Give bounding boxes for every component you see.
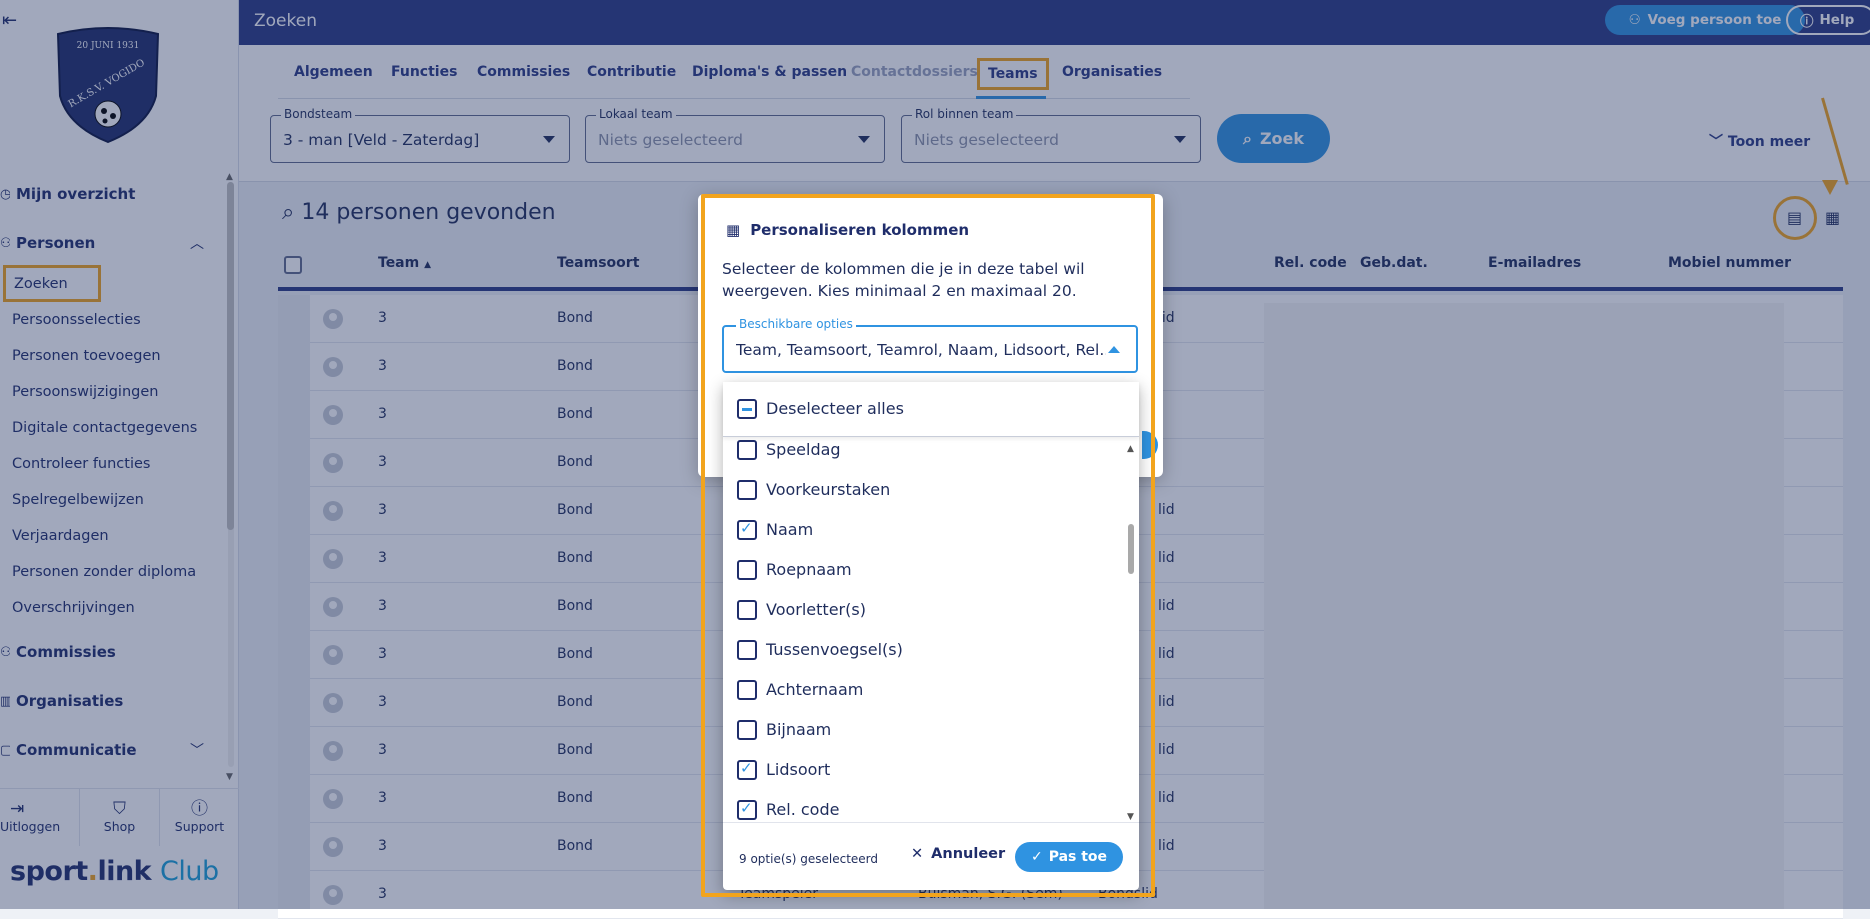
options-dropdown-panel: Deselecteer alles Speeldag Voorkeurstaken… (723, 382, 1139, 890)
option-label: Voorletter(s) (766, 600, 866, 619)
option-checkbox[interactable] (737, 560, 757, 580)
option-item[interactable]: Tussenvoegsel(s) (723, 630, 1123, 670)
option-checkbox[interactable] (737, 680, 757, 700)
option-item[interactable]: Achternaam (723, 670, 1123, 710)
option-item[interactable]: Bijnaam (723, 710, 1123, 750)
options-scrollbar[interactable]: ▲ ▼ (1126, 444, 1136, 824)
option-label: Rel. code (766, 800, 840, 819)
apply-button[interactable]: ✓ Pas toe (1015, 842, 1123, 872)
caret-up-icon (1108, 346, 1120, 353)
dialog-button-partial[interactable] (1142, 431, 1158, 459)
deselect-all-checkbox[interactable] (737, 399, 757, 419)
option-checkbox[interactable]: ✓ (737, 519, 757, 540)
option-label: Tussenvoegsel(s) (766, 640, 903, 659)
option-checkbox[interactable]: ✓ (737, 799, 757, 820)
dialog-title: ▦ Personaliseren kolommen (726, 221, 970, 239)
cancel-button[interactable]: ✕ Annuleer (911, 846, 1005, 862)
option-checkbox[interactable] (737, 640, 757, 660)
scroll-down-icon[interactable]: ▼ (1127, 812, 1134, 822)
option-item[interactable]: Voorletter(s) (723, 590, 1123, 630)
selected-count: 9 optie(s) geselecteerd (739, 852, 879, 866)
option-checkbox[interactable] (737, 720, 757, 740)
option-checkbox[interactable]: ✓ (737, 759, 757, 780)
check-icon: ✓ (740, 519, 753, 537)
option-item[interactable]: ✓ Naam (723, 510, 1123, 550)
check-icon: ✓ (740, 799, 753, 817)
available-options-select[interactable]: Beschikbare opties Team, Teamsoort, Team… (722, 317, 1138, 373)
option-label: Achternaam (766, 680, 864, 699)
option-label: Voorkeurstaken (766, 480, 891, 499)
option-checkbox[interactable] (737, 600, 757, 620)
close-icon: ✕ (911, 846, 924, 862)
option-checkbox[interactable] (737, 480, 757, 500)
option-label: Bijnaam (766, 720, 832, 739)
deselect-all-row[interactable]: Deselecteer alles (723, 382, 1139, 437)
dropdown-footer: 9 optie(s) geselecteerd ✕ Annuleer ✓ Pas… (723, 822, 1139, 890)
option-item[interactable]: Speeldag (723, 437, 1123, 470)
option-item[interactable]: ✓ Lidsoort (723, 750, 1123, 790)
option-item[interactable]: Voorkeurstaken (723, 470, 1123, 510)
check-icon: ✓ (1030, 849, 1043, 865)
option-item[interactable]: ✓ Rel. code (723, 790, 1123, 822)
option-label: Naam (766, 520, 814, 539)
scroll-up-icon[interactable]: ▲ (1127, 444, 1134, 454)
option-item[interactable]: Roepnaam (723, 550, 1123, 590)
dialog-description: Selecteer de kolommen die je in deze tab… (722, 260, 1085, 300)
option-label: Roepnaam (766, 560, 852, 579)
option-checkbox[interactable] (737, 440, 757, 460)
option-label: Lidsoort (766, 760, 831, 779)
option-label: Speeldag (766, 440, 841, 459)
check-icon: ✓ (740, 759, 753, 777)
columns-settings-icon: ▦ (726, 221, 741, 239)
options-list: Speeldag Voorkeurstaken ✓ Naam Roepnaam Voorl… (723, 437, 1139, 822)
